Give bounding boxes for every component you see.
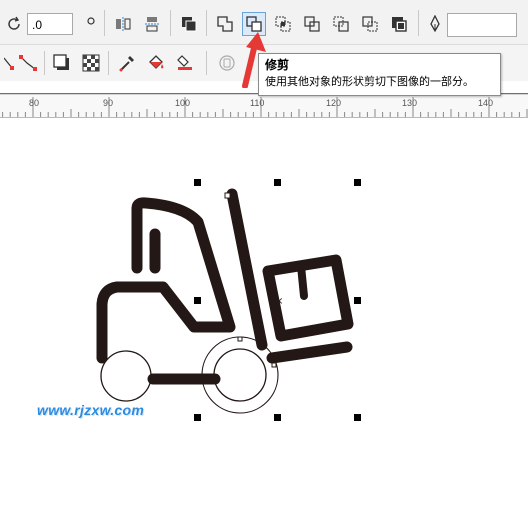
tooltip-title: 修剪: [265, 58, 290, 72]
mirror-vertical-icon[interactable]: [141, 13, 163, 35]
separator: [104, 10, 105, 36]
paint-bucket-icon[interactable]: [145, 52, 167, 74]
combine-icon[interactable]: [178, 13, 200, 35]
smart-fill-icon[interactable]: [174, 52, 196, 74]
drawing-canvas[interactable]: ×: [0, 117, 528, 505]
rear-wheel[interactable]: [100, 350, 152, 402]
watermark-text: www.rjzxw.com: [37, 402, 145, 418]
ruler-label: 140: [478, 98, 494, 108]
front-minus-back-icon[interactable]: [330, 13, 352, 35]
tooltip-description: 使用其他对象的形状剪切下图像的一部分。: [265, 75, 474, 88]
svg-text:×: ×: [275, 296, 283, 307]
rotate-icon[interactable]: [3, 13, 25, 35]
create-boundary-icon[interactable]: [388, 13, 410, 35]
back-minus-front-icon[interactable]: [359, 13, 381, 35]
ruler-label: 80: [29, 98, 40, 108]
pen-nib-icon[interactable]: [424, 13, 446, 35]
separator: [206, 10, 207, 36]
mirror-horizontal-icon[interactable]: [112, 13, 134, 35]
connector-icon[interactable]: [17, 52, 39, 74]
simplify-icon[interactable]: [301, 13, 323, 35]
eyedropper-icon[interactable]: [116, 52, 138, 74]
degree-icon: [80, 11, 102, 33]
front-wheel-inner[interactable]: [213, 348, 267, 402]
ruler-label: 110: [250, 98, 265, 108]
forklift-artwork[interactable]: ×: [0, 117, 528, 505]
trim-tooltip: 修剪 使用其他对象的形状剪切下图像的一部分。: [258, 53, 501, 96]
ruler-label: 100: [175, 98, 191, 108]
separator: [170, 10, 171, 36]
horizontal-ruler[interactable]: 80 90 100 110 120 130 140: [0, 94, 528, 118]
red-arrow-icon: [242, 32, 266, 88]
outline-width-input[interactable]: [447, 13, 517, 37]
drop-shadow-icon[interactable]: [51, 52, 73, 74]
lock-object-icon[interactable]: [216, 52, 238, 74]
separator: [418, 10, 419, 36]
rotation-angle-input[interactable]: .0: [27, 13, 73, 35]
separator: [108, 51, 109, 75]
ruler-label: 130: [402, 98, 418, 108]
transparency-icon[interactable]: [80, 52, 102, 74]
intersect-icon[interactable]: [272, 13, 294, 35]
ruler-label: 120: [326, 98, 342, 108]
separator: [44, 51, 45, 75]
weld-icon[interactable]: [214, 13, 236, 35]
separator: [206, 51, 207, 75]
ruler-label: 90: [103, 98, 114, 108]
